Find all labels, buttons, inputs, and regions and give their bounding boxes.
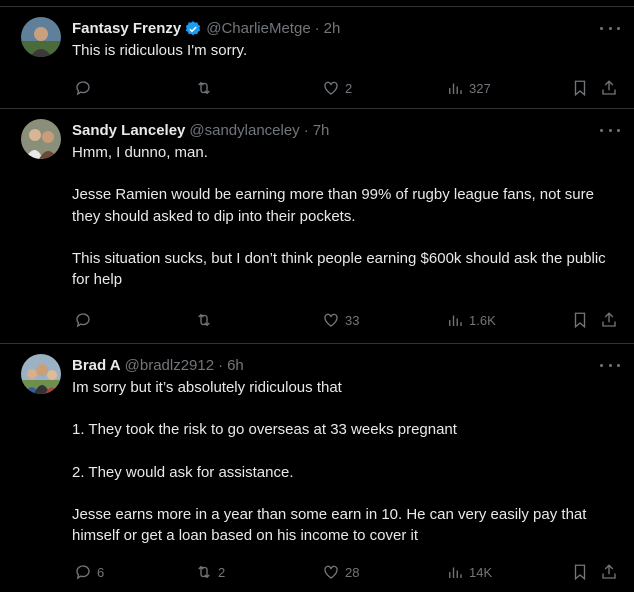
tweet-paragraph: 1. They took the risk to go overseas at …: [72, 421, 457, 439]
avatar[interactable]: [21, 17, 61, 57]
avatar[interactable]: [21, 119, 61, 159]
reply-button[interactable]: 6: [74, 563, 104, 581]
like-count: 33: [345, 312, 360, 328]
user-handle[interactable]: @bradlz2912: [125, 356, 214, 376]
bookmark-icon: [574, 564, 586, 581]
tweet-actions: 6 2 28 14K: [72, 563, 618, 583]
bookmark-button[interactable]: [571, 563, 589, 581]
tweet[interactable]: Brad A @bradlz2912 · 6h Im sorry but it’…: [0, 344, 634, 592]
view-count: 327: [469, 80, 491, 96]
views-button[interactable]: 1.6K: [446, 311, 496, 329]
tweet-actions: 33 1.6K: [72, 311, 618, 331]
user-handle[interactable]: @CharlieMetge: [206, 19, 310, 39]
avatar[interactable]: [21, 354, 61, 394]
retweet-button[interactable]: 2: [195, 563, 225, 581]
tweet-paragraph: Jesse earns more in a year than some ear…: [72, 506, 587, 545]
retweet-icon: [198, 565, 210, 579]
tweet-paragraph: 2. They would ask for assistance.: [72, 463, 294, 481]
like-count: 2: [345, 80, 353, 96]
tweet-header: Sandy Lanceley @sandylanceley · 7h: [72, 121, 618, 141]
like-button[interactable]: 2: [322, 79, 352, 97]
share-icon: [602, 312, 616, 327]
view-count: 1.6K: [469, 312, 496, 328]
bookmark-icon: [574, 80, 586, 97]
tweet-paragraph: This situation sucks, but I don’t think …: [72, 249, 606, 289]
share-icon: [602, 564, 616, 579]
more-icon[interactable]: [600, 21, 620, 35]
share-button[interactable]: [600, 563, 618, 581]
tweet-paragraph: Jesse Ramien would be earning more than …: [72, 186, 594, 225]
timeline-feed: Fantasy Frenzy @CharlieMetge · 2h This i…: [0, 0, 634, 592]
share-icon: [602, 80, 616, 95]
retweet-button[interactable]: [195, 79, 218, 97]
views-icon: [449, 567, 462, 578]
share-button[interactable]: [600, 79, 618, 97]
view-count: 14K: [469, 564, 493, 580]
share-button[interactable]: [600, 311, 618, 329]
like-button[interactable]: 28: [322, 563, 359, 581]
more-icon[interactable]: [600, 123, 620, 137]
tweet-text: Im sorry but it’s absolutely ridiculous …: [72, 377, 618, 547]
separator: ·: [303, 122, 309, 139]
tweet-paragraph: Im sorry but it’s absolutely ridiculous …: [72, 379, 342, 396]
display-name[interactable]: Fantasy Frenzy: [72, 19, 181, 39]
separator: ·: [218, 357, 224, 374]
views-button[interactable]: 14K: [446, 563, 492, 581]
reply-button[interactable]: [74, 311, 97, 329]
tweet-header: Brad A @bradlz2912 · 6h: [72, 356, 618, 376]
reply-count: 6: [97, 564, 105, 580]
bookmark-button[interactable]: [571, 79, 589, 97]
retweet-button[interactable]: [195, 311, 218, 329]
tweet-paragraph: Hmm, I dunno, man.: [72, 144, 208, 161]
more-icon[interactable]: [600, 358, 620, 372]
tweet-header: Fantasy Frenzy @CharlieMetge · 2h: [72, 19, 618, 39]
like-icon: [324, 565, 338, 579]
bookmark-icon: [574, 312, 586, 329]
display-name[interactable]: Brad A: [72, 356, 121, 376]
display-name[interactable]: Sandy Lanceley: [72, 121, 185, 141]
reply-button[interactable]: [74, 79, 97, 97]
reply-icon: [76, 565, 90, 580]
bookmark-button[interactable]: [571, 311, 589, 329]
views-icon: [449, 315, 462, 326]
timestamp[interactable]: 7h: [313, 121, 330, 141]
like-count: 28: [345, 564, 360, 580]
user-handle[interactable]: @sandylanceley: [189, 121, 299, 141]
reply-icon: [76, 313, 90, 328]
retweet-icon: [198, 81, 210, 95]
tweet-actions: 2 327: [72, 79, 618, 99]
tweet-paragraph: This is ridiculous I'm sorry.: [72, 42, 248, 59]
tweet-text: This is ridiculous I'm sorry.: [72, 40, 618, 61]
views-button[interactable]: 327: [446, 79, 491, 97]
retweet-count: 2: [218, 564, 226, 580]
like-button[interactable]: 33: [322, 311, 359, 329]
reply-icon: [76, 81, 90, 96]
views-icon: [449, 83, 462, 94]
like-icon: [324, 81, 338, 95]
timestamp[interactable]: 6h: [227, 356, 244, 376]
tweet-text: Hmm, I dunno, man. Jesse Ramien would be…: [72, 142, 618, 290]
timestamp[interactable]: 2h: [324, 19, 341, 39]
retweet-icon: [198, 313, 210, 327]
separator: ·: [314, 20, 320, 37]
tweet[interactable]: Fantasy Frenzy @CharlieMetge · 2h This i…: [0, 7, 634, 109]
like-icon: [324, 313, 338, 327]
tweet[interactable]: Sandy Lanceley @sandylanceley · 7h Hmm, …: [0, 109, 634, 344]
verified-badge-icon: [186, 21, 201, 36]
